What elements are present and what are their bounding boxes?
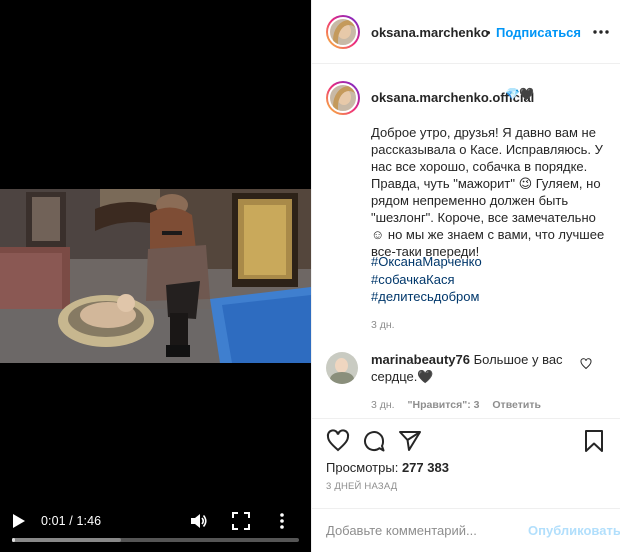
comment-composer: Опубликовать bbox=[312, 508, 620, 552]
video-progress-fill bbox=[12, 538, 15, 542]
hashtag-link[interactable]: #собачкаКася bbox=[371, 271, 482, 289]
comment-input[interactable] bbox=[326, 519, 506, 541]
instagram-post: 0:01 / 1:46 oksana.marchenko • Подписать… bbox=[0, 0, 620, 552]
comment-likes-count[interactable]: "Нравится": 3 bbox=[408, 399, 480, 411]
author-username[interactable]: oksana.marchenko bbox=[371, 25, 489, 40]
post-side-panel: oksana.marchenko • Подписаться oksana.ma… bbox=[311, 0, 620, 552]
caption-timestamp[interactable]: 3 дн. bbox=[371, 319, 395, 331]
comments-section[interactable]: oksana.marchenko.official 💎🖤 Доброе утро… bbox=[312, 65, 620, 418]
share-icon[interactable] bbox=[398, 429, 422, 453]
views-label: Просмотры: bbox=[326, 460, 399, 475]
views-count[interactable]: Просмотры: 277 383 bbox=[326, 460, 449, 475]
video-current-time: 0:01 bbox=[41, 514, 66, 528]
comment-heart-icon[interactable] bbox=[580, 358, 592, 370]
video-time: 0:01 / 1:46 bbox=[41, 514, 101, 528]
post-date[interactable]: 3 ДНЕЙ НАЗАД bbox=[326, 481, 397, 492]
play-icon[interactable] bbox=[12, 513, 26, 529]
caption-hashtags: #ОксанаМарченко #собачкаКася #делитесьдо… bbox=[371, 253, 482, 306]
reply-button[interactable]: Ответить bbox=[492, 399, 541, 411]
video-controls: 0:01 / 1:46 bbox=[0, 492, 311, 552]
comment-meta: 3 дн. "Нравится": 3 Ответить bbox=[371, 399, 551, 411]
video-time-separator: / bbox=[65, 514, 77, 528]
video-progress-bar[interactable] bbox=[12, 538, 299, 542]
video-duration: 1:46 bbox=[76, 514, 102, 528]
caption-text: Доброе утро, друзья! Я давно вам не расс… bbox=[371, 125, 608, 259]
video-buffered-bar bbox=[12, 538, 122, 542]
post-header: oksana.marchenko • Подписаться bbox=[312, 0, 620, 64]
video-still-image bbox=[0, 189, 311, 363]
comment-icon[interactable] bbox=[362, 429, 386, 453]
publish-button[interactable]: Опубликовать bbox=[528, 523, 620, 538]
caption-badge-emoji: 💎🖤 bbox=[505, 87, 534, 101]
comment-timestamp[interactable]: 3 дн. bbox=[371, 399, 395, 411]
hashtag-link[interactable]: #ОксанаМарченко bbox=[371, 253, 482, 271]
bookmark-icon[interactable] bbox=[582, 429, 606, 453]
commenter-username[interactable]: marinabeauty76 bbox=[371, 352, 470, 367]
views-number: 277 383 bbox=[401, 460, 449, 475]
comment-body: marinabeauty76 Большое у вас сердце.🖤 bbox=[371, 351, 577, 385]
hashtag-link[interactable]: #делитесьдобром bbox=[371, 288, 482, 306]
header-dot-separator: • bbox=[486, 25, 491, 40]
commenter-avatar[interactable] bbox=[326, 352, 358, 384]
fullscreen-icon[interactable] bbox=[232, 512, 250, 530]
video-frame[interactable] bbox=[0, 189, 311, 363]
video-player[interactable]: 0:01 / 1:46 bbox=[0, 0, 311, 552]
caption-avatar[interactable] bbox=[326, 81, 360, 115]
volume-icon[interactable] bbox=[190, 512, 208, 530]
author-avatar[interactable] bbox=[326, 15, 360, 49]
more-horizontal-icon[interactable] bbox=[592, 23, 610, 41]
post-actions: Просмотры: 277 383 3 ДНЕЙ НАЗАД bbox=[312, 418, 620, 514]
follow-button[interactable]: Подписаться bbox=[496, 25, 581, 40]
more-vertical-icon[interactable] bbox=[278, 512, 286, 530]
heart-icon[interactable] bbox=[326, 429, 350, 453]
